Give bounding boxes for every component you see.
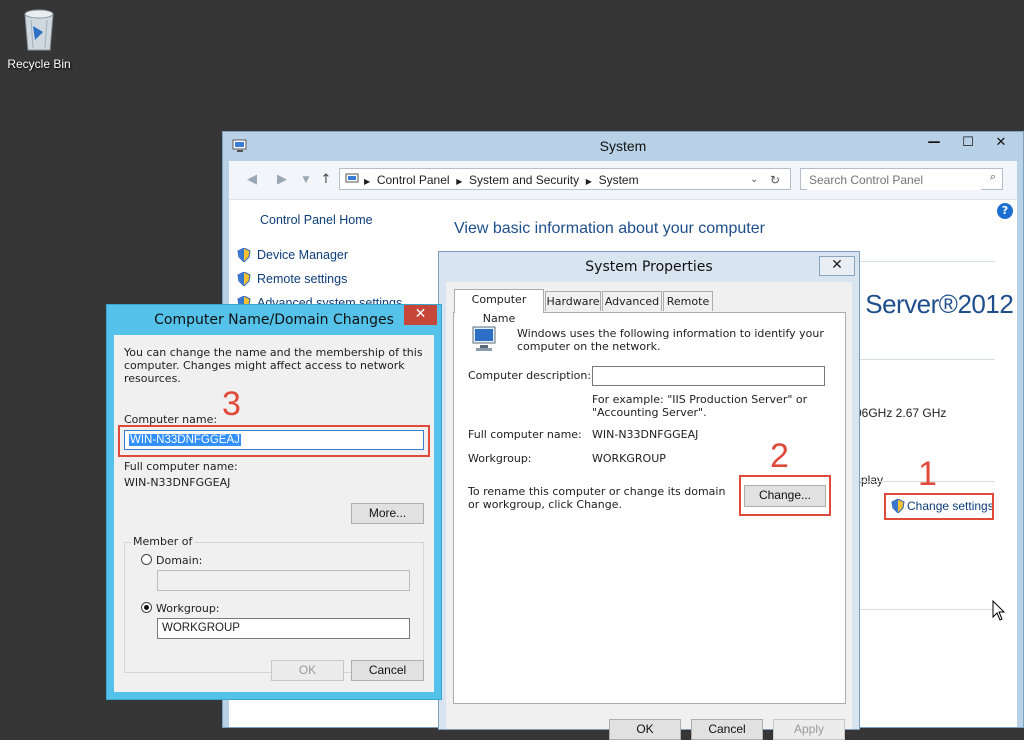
tab-remote[interactable]: Remote — [663, 291, 713, 311]
breadcrumb-control-panel[interactable]: Control Panel — [377, 173, 450, 187]
control-panel-home-link[interactable]: Control Panel Home — [260, 213, 373, 227]
system-properties-cancel-button[interactable]: Cancel — [691, 719, 763, 740]
processor-speed: 06GHz 2.67 GHz — [855, 406, 947, 420]
forward-arrow-icon[interactable]: ▶ — [273, 171, 291, 189]
device-manager-label: Device Manager — [257, 248, 349, 262]
control-panel-icon — [345, 171, 359, 185]
annotation-box-change-settings — [884, 493, 994, 520]
computer-name-dialog-body: You can change the name and the membersh… — [114, 335, 434, 692]
full-computer-name-value: WIN-N33DNFGGEAJ — [592, 428, 699, 441]
annotation-number-2: 2 — [770, 437, 789, 475]
recycle-bin-desktop-icon[interactable]: Recycle Bin — [4, 6, 74, 71]
computer-icon — [472, 326, 496, 351]
system-properties-ok-button[interactable]: OK — [609, 719, 681, 740]
navigation-bar: ◀ ▶ ▼ ↑ ▶ Control Panel ▶ System and Sec… — [229, 161, 1017, 200]
rename-instructions-text: To rename this computer or change its do… — [468, 485, 726, 511]
remote-settings-label: Remote settings — [257, 272, 348, 286]
more-button[interactable]: More... — [351, 503, 424, 524]
computer-name-dialog-title: Computer Name/Domain Changes — [154, 312, 394, 328]
breadcrumb-system-and-security[interactable]: System and Security — [469, 173, 579, 187]
annotation-box-change-button — [739, 475, 831, 516]
device-manager-link[interactable]: Device Manager — [237, 248, 348, 262]
address-dropdown-icon[interactable]: ⌄ — [750, 169, 758, 191]
minimize-button[interactable]: — — [917, 132, 951, 154]
full-computer-name-label: Full computer name: — [124, 460, 238, 473]
workgroup-radio[interactable] — [141, 602, 152, 613]
domain-radio-label[interactable]: Domain: — [156, 554, 202, 567]
maximize-button[interactable]: ☐ — [951, 132, 985, 154]
identify-info-text: Windows uses the following information t… — [517, 327, 824, 353]
system-properties-title: System Properties — [585, 259, 713, 275]
up-arrow-icon[interactable]: ↑ — [317, 171, 335, 189]
help-icon[interactable]: ? — [997, 203, 1013, 219]
workgroup-value: WORKGROUP — [592, 452, 666, 465]
description-example-text: For example: "IIS Production Server" or … — [592, 393, 808, 419]
close-button[interactable]: ✕ — [985, 132, 1017, 154]
annotation-box-computer-name — [118, 425, 430, 457]
annotation-number-3: 3 — [222, 385, 241, 423]
computer-name-cancel-button[interactable]: Cancel — [351, 660, 424, 681]
workgroup-input[interactable]: WORKGROUP — [157, 618, 410, 639]
domain-radio[interactable] — [141, 554, 152, 565]
address-bar[interactable]: ▶ Control Panel ▶ System and Security ▶ … — [339, 168, 791, 190]
computer-description-label: Computer description: — [468, 369, 592, 382]
breadcrumb-system[interactable]: System — [599, 173, 639, 187]
membership-info-text: You can change the name and the membersh… — [124, 346, 423, 385]
system-properties-apply-button[interactable]: Apply — [773, 719, 845, 740]
computer-name-domain-changes-dialog: Computer Name/Domain Changes ✕ You can c… — [106, 304, 442, 700]
mouse-cursor-icon — [992, 600, 1006, 621]
tab-computer-name[interactable]: Computer Name — [454, 289, 544, 325]
system-properties-close-button[interactable]: ✕ — [819, 256, 855, 276]
full-computer-name-label: Full computer name: — [468, 428, 582, 441]
annotation-number-1: 1 — [918, 455, 937, 493]
tab-hardware[interactable]: Hardware — [545, 291, 601, 311]
computer-description-input[interactable] — [592, 366, 825, 386]
tab-advanced[interactable]: Advanced — [602, 291, 662, 311]
breadcrumb: ▶ Control Panel ▶ System and Security ▶ … — [364, 173, 639, 187]
full-computer-name-value: WIN-N33DNFGGEAJ — [124, 476, 231, 489]
workgroup-label: Workgroup: — [468, 452, 532, 465]
workgroup-radio-label[interactable]: Workgroup: — [156, 602, 220, 615]
uac-shield-icon — [237, 248, 251, 262]
search-icon[interactable]: ⌕ — [990, 170, 996, 184]
remote-settings-link[interactable]: Remote settings — [237, 272, 347, 286]
refresh-icon[interactable]: ↻ — [770, 169, 780, 191]
search-box[interactable]: ⌕ — [800, 168, 1003, 190]
page-heading: View basic information about your comput… — [454, 220, 765, 237]
member-of-label: Member of — [131, 535, 195, 548]
windows-server-logo: s Server®2012 — [846, 289, 1014, 319]
recycle-bin-label: Recycle Bin — [7, 57, 71, 71]
back-arrow-icon[interactable]: ◀ — [243, 171, 261, 189]
recent-dropdown-icon[interactable]: ▼ — [297, 171, 315, 189]
computer-name-dialog-close-button[interactable]: ✕ — [404, 305, 437, 325]
computer-name-ok-button[interactable]: OK — [271, 660, 344, 681]
search-input[interactable] — [807, 170, 981, 190]
recycle-bin-icon — [24, 9, 54, 51]
uac-shield-icon — [237, 272, 251, 286]
domain-input[interactable] — [157, 570, 410, 591]
window-title: System — [599, 138, 647, 154]
